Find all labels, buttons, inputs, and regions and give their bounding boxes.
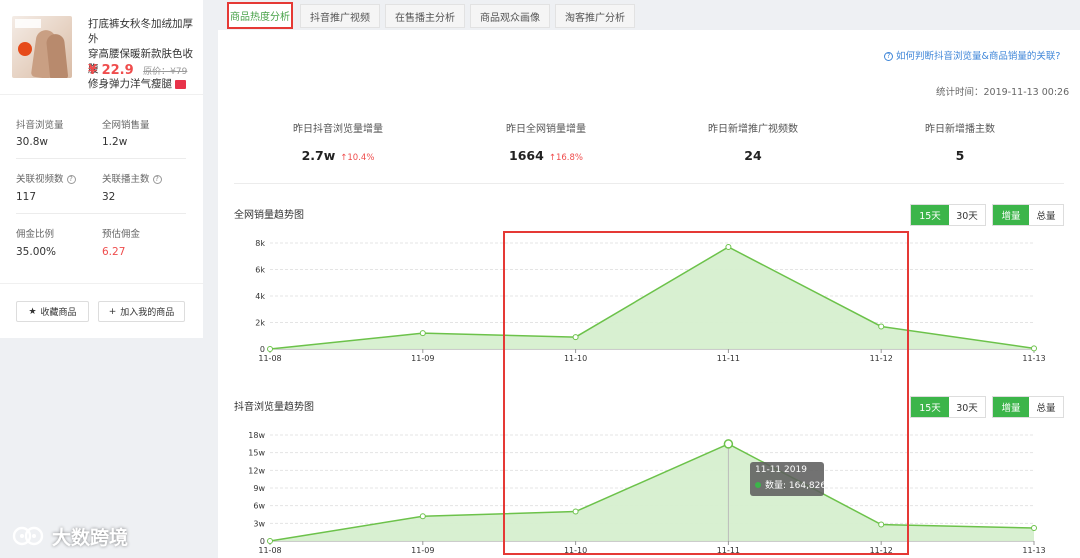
y-tick-label: 3w: [253, 519, 265, 528]
data-point: [1031, 525, 1037, 532]
series-area: [270, 443, 1034, 541]
tooltip-value: 数量: 164,826: [765, 481, 827, 491]
y-tick-label: 15w: [248, 449, 265, 458]
views-trend-chart: 0 3w 6w 9w 12w 15w 18w 11-08 11-09 11-10 11-11 11-1…: [248, 431, 1045, 555]
charts-canvas: 02k4k6k8k11-08 11-09 11-10 11-11 11-12 11-13 …: [248, 239, 1045, 555]
data-point: [572, 508, 579, 515]
watermark: 大数跨境: [12, 523, 128, 550]
x-tick-label: 11-13: [1022, 354, 1045, 363]
x-tick-label: 11-08: [258, 546, 281, 555]
hover-point: [723, 439, 734, 449]
x-tick-label: 11-12: [870, 546, 893, 555]
x-tick-label: 11-08: [258, 354, 281, 363]
y-tick-label: 2k: [255, 319, 265, 328]
sales-trend-chart: 0 2k 4k 6k 8k 11-08 11-09 11-10 11-11 11-12 11-13: [255, 239, 1045, 363]
y-tick-label: 6w: [253, 502, 265, 511]
data-point: [419, 513, 426, 520]
y-tick-label: 4k: [255, 292, 265, 301]
y-tick-label: 0: [260, 345, 265, 354]
tooltip-date: 11-11 2019: [755, 465, 807, 475]
x-tick-label: 11-13: [1022, 546, 1045, 555]
y-tick-label: 8k: [255, 239, 265, 248]
chart-tooltip: 11-11 2019 数量: 164,826: [750, 462, 827, 496]
data-point: [878, 323, 885, 330]
data-point: [267, 346, 273, 352]
x-tick-label: 11-12: [870, 354, 893, 363]
y-tick-label: 18w: [248, 431, 265, 440]
y-tick-label: 9w: [253, 484, 265, 493]
data-point: [267, 538, 273, 544]
x-tick-label: 11-09: [411, 354, 434, 363]
y-tick-label: 12w: [248, 466, 265, 475]
y-tick-label: 0: [260, 537, 265, 546]
data-point: [725, 243, 732, 250]
x-tick-label: 11-10: [564, 354, 587, 363]
data-point: [878, 521, 885, 528]
x-tick-label: 11-10: [564, 546, 587, 555]
watermark-logo-icon: [12, 526, 44, 545]
data-point: [1031, 345, 1037, 352]
x-tick-label: 11-09: [411, 546, 434, 555]
y-tick-label: 6k: [255, 266, 265, 275]
series-dot-icon: [755, 482, 761, 488]
x-tick-label: 11-11: [717, 546, 740, 555]
series-area: [270, 246, 1034, 349]
data-point: [419, 330, 426, 337]
x-tick-label: 11-11: [717, 354, 740, 363]
data-point: [572, 334, 579, 341]
